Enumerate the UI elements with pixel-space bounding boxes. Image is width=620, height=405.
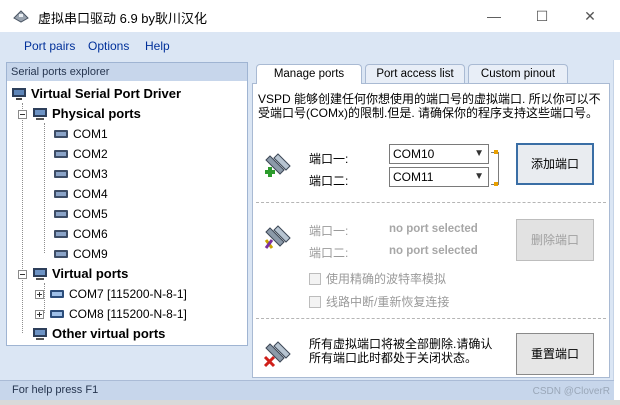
- tree-physical-group[interactable]: Physical ports: [18, 104, 141, 124]
- virtual-group-label: Virtual ports: [52, 266, 129, 281]
- del-port2-value: no port selected: [389, 245, 478, 257]
- maximize-button[interactable]: ☐: [532, 6, 552, 26]
- delete-port-icon: [264, 225, 291, 249]
- tree-port-com1[interactable]: COM1: [53, 124, 108, 144]
- add-port2-value: COM11: [393, 170, 434, 184]
- tree-port-com6[interactable]: COM6: [53, 224, 108, 244]
- reset-ports-button[interactable]: 重置端口: [516, 333, 594, 375]
- menu-port-pairs[interactable]: Port pairs: [24, 39, 75, 53]
- del-port1-label: 端口一:: [309, 224, 349, 238]
- tree-other-group[interactable]: Other virtual ports: [32, 324, 165, 344]
- other-group-label: Other virtual ports: [52, 326, 166, 341]
- close-button[interactable]: ✕: [580, 6, 600, 26]
- port-label: COM7 [115200-N-8-1]: [69, 287, 187, 301]
- serial-port-icon: [54, 150, 68, 158]
- add-port2-label: 端口二:: [309, 174, 349, 188]
- checkbox-box[interactable]: [309, 272, 321, 285]
- monitor-icon: [33, 328, 47, 340]
- add-port1-select[interactable]: COM10 ▼: [389, 144, 489, 164]
- section-divider: [256, 202, 606, 203]
- expand-icon[interactable]: [35, 309, 44, 319]
- serial-port-icon: [54, 230, 68, 238]
- add-port1-label: 端口一:: [309, 152, 349, 166]
- description-text: VSPD 能够创建任何你想使用的端口号的虚拟端口. 所以你可以不受端口号(COM…: [258, 92, 601, 120]
- serial-port-icon: [54, 130, 68, 138]
- collapse-icon[interactable]: [18, 109, 27, 119]
- virtual-port-icon: [50, 310, 64, 318]
- tree-port-com5[interactable]: COM5: [53, 204, 108, 224]
- port-label: COM5: [73, 207, 108, 221]
- section-divider: [256, 318, 606, 319]
- app-icon: [13, 10, 29, 23]
- tab-port-access-list[interactable]: Port access list: [365, 64, 465, 83]
- watermark: CSDN @CloverR: [532, 386, 610, 397]
- port-label: COM3: [73, 167, 108, 181]
- virtual-port-icon: [50, 290, 64, 298]
- menu-help[interactable]: Help: [145, 39, 170, 53]
- tab-custom-pinout[interactable]: Custom pinout: [468, 64, 568, 83]
- port-label: COM6: [73, 227, 108, 241]
- monitor-icon: [33, 108, 47, 120]
- add-port2-select[interactable]: COM11 ▼: [389, 167, 489, 187]
- explorer-title: Serial ports explorer: [7, 63, 247, 81]
- minimize-button[interactable]: —: [484, 6, 504, 26]
- tree-port-com9[interactable]: COM9: [53, 244, 108, 264]
- title-bar[interactable]: 虚拟串口驱动 6.9 by耿川汉化 — ☐ ✕: [0, 0, 620, 32]
- collapse-icon[interactable]: [18, 269, 27, 279]
- status-text: For help press F1: [12, 384, 99, 396]
- monitor-icon: [33, 268, 47, 280]
- tree-port-com3[interactable]: COM3: [53, 164, 108, 184]
- reset-ports-icon: [263, 341, 291, 368]
- tree-port-com4[interactable]: COM4: [53, 184, 108, 204]
- port-label: COM4: [73, 187, 108, 201]
- ports-explorer: Serial ports explorer Virtual Serial Por…: [6, 62, 248, 346]
- line-break-label: 线路中断/重新恢复连接: [326, 295, 450, 309]
- pair-link-node: [494, 182, 498, 186]
- baud-emulation-checkbox[interactable]: 使用精确的波特率模拟: [309, 270, 446, 287]
- del-port2-label: 端口二:: [309, 246, 349, 260]
- serial-port-icon: [54, 250, 68, 258]
- pair-link-node: [494, 150, 498, 154]
- menu-options[interactable]: Options: [88, 39, 129, 53]
- menu-bar: Port pairs Options Help: [0, 32, 620, 60]
- tree-port-com8[interactable]: COM8 [115200-N-8-1]: [35, 304, 187, 324]
- serial-port-icon: [54, 190, 68, 198]
- port-label: COM9: [73, 247, 108, 261]
- checkbox-box[interactable]: [309, 295, 321, 308]
- physical-group-label: Physical ports: [52, 106, 141, 121]
- port-label: COM2: [73, 147, 108, 161]
- port-label: COM8 [115200-N-8-1]: [69, 307, 187, 321]
- status-bar: For help press F1: [0, 380, 614, 400]
- add-port-icon: [265, 153, 291, 177]
- tree-port-com7[interactable]: COM7 [115200-N-8-1]: [35, 284, 187, 304]
- reset-description: 所有虚拟端口将被全部删除.请确认所有端口此时都处于关闭状态。: [309, 337, 493, 365]
- del-port1-value: no port selected: [389, 223, 478, 235]
- add-port1-value: COM10: [393, 147, 435, 161]
- tree-virtual-group[interactable]: Virtual ports: [18, 264, 128, 284]
- taskbar-strip: [0, 400, 620, 405]
- line-break-checkbox[interactable]: 线路中断/重新恢复连接: [309, 293, 449, 310]
- tree-root-label: Virtual Serial Port Driver: [31, 86, 182, 101]
- window-title: 虚拟串口驱动 6.9 by耿川汉化: [38, 11, 208, 26]
- add-pair-button[interactable]: 添加端口: [516, 143, 594, 185]
- pair-link-bracket: [491, 152, 499, 185]
- baud-emulation-label: 使用精确的波特率模拟: [326, 272, 447, 286]
- expand-icon[interactable]: [35, 289, 44, 299]
- delete-pair-button[interactable]: 删除端口: [516, 219, 594, 261]
- serial-port-icon: [54, 170, 68, 178]
- tree-root[interactable]: Virtual Serial Port Driver: [11, 84, 181, 104]
- tree-port-com2[interactable]: COM2: [53, 144, 108, 164]
- chevron-down-icon: ▼: [474, 148, 484, 159]
- serial-port-icon: [54, 210, 68, 218]
- computer-icon: [12, 88, 26, 100]
- port-label: COM1: [73, 127, 108, 141]
- tab-manage-ports[interactable]: Manage ports: [256, 64, 362, 84]
- chevron-down-icon: ▼: [474, 171, 484, 182]
